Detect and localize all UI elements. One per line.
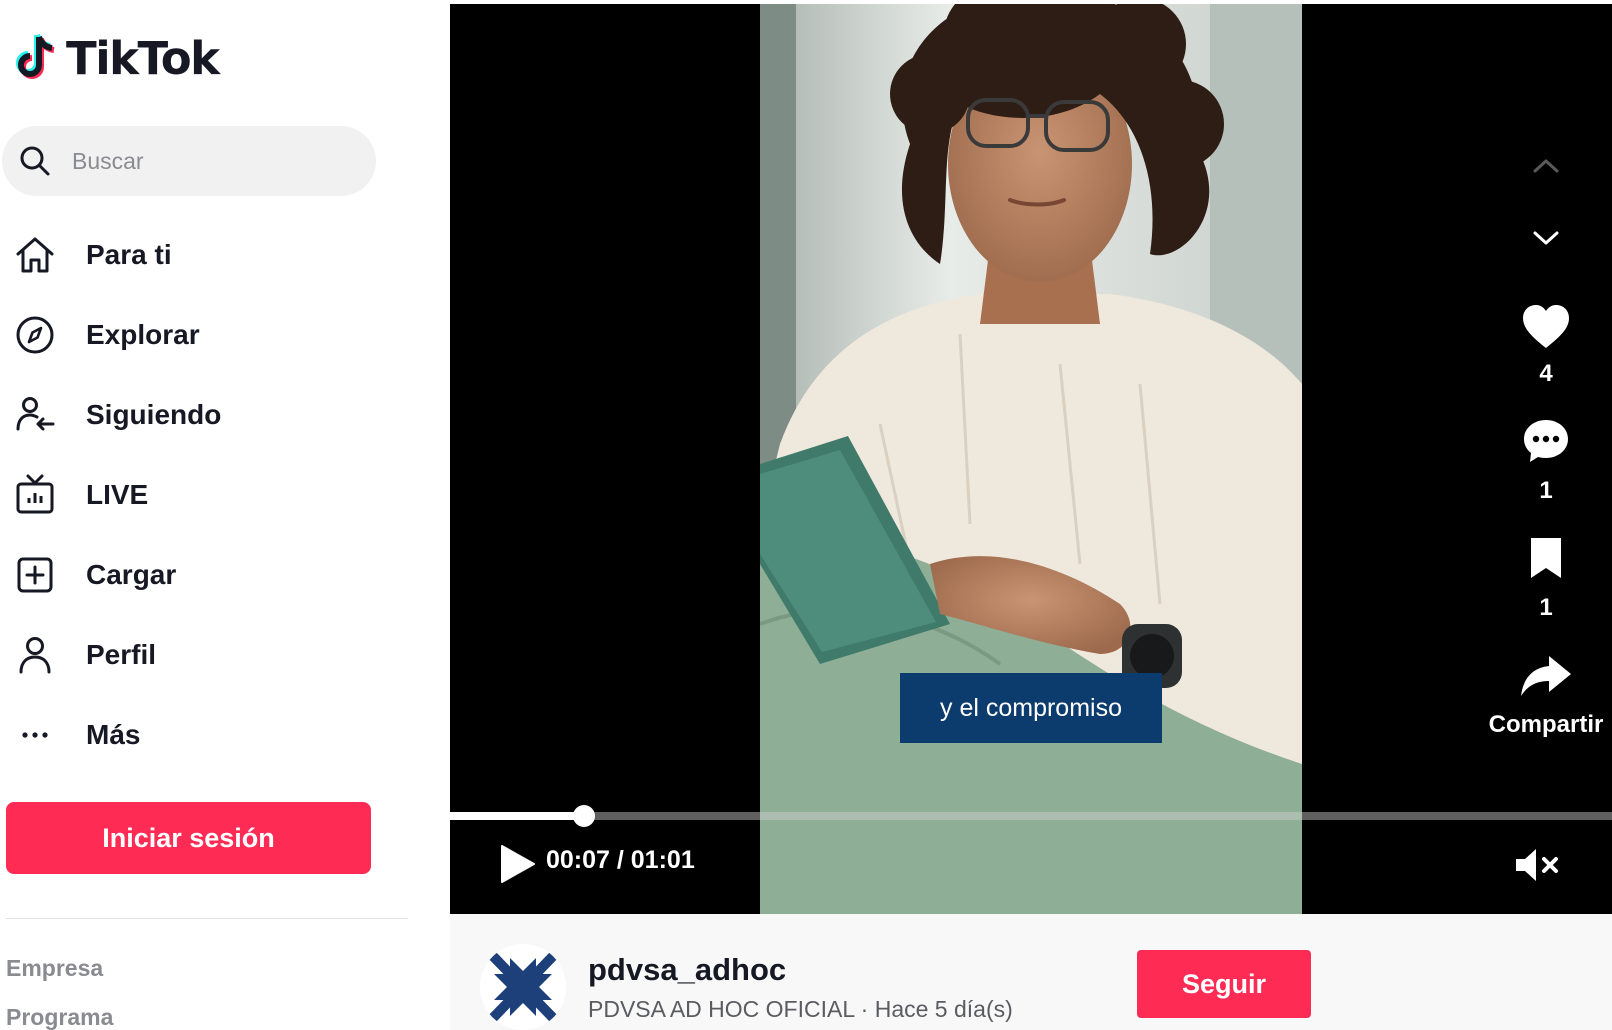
- pdvsa-logo-icon: [480, 944, 566, 1030]
- sidebar: TikTok Para ti Explorar Siguiendo: [0, 0, 450, 1030]
- avatar[interactable]: [480, 944, 566, 1030]
- like-button[interactable]: [1480, 304, 1612, 350]
- previous-video-button[interactable]: [1480, 156, 1612, 176]
- nav-label: Más: [86, 719, 141, 750]
- save-count: 1: [1539, 594, 1553, 621]
- sidebar-divider: [6, 918, 408, 919]
- video-player[interactable]: y el compromiso 00:07 / 01:01 4 1 1 Comp…: [450, 4, 1612, 914]
- footer-link-empresa[interactable]: Empresa: [6, 955, 103, 982]
- logo-wordmark: TikTok: [66, 31, 220, 85]
- live-tv-icon: [12, 472, 58, 518]
- chevron-up-icon: [1533, 159, 1559, 173]
- video-frame: [760, 4, 1302, 914]
- nav-item-explorar[interactable]: Explorar: [0, 295, 420, 375]
- share-icon: [1521, 656, 1571, 696]
- home-icon: [12, 232, 58, 278]
- tiktok-note-icon: [16, 33, 55, 79]
- nav-label: Siguiendo: [86, 399, 222, 430]
- footer-link-programa[interactable]: Programa: [6, 1004, 113, 1030]
- author-handle[interactable]: pdvsa_adhoc: [588, 952, 786, 988]
- nav-label: Perfil: [86, 639, 157, 670]
- nav-item-perfil[interactable]: Perfil: [0, 615, 420, 695]
- heart-icon: [1523, 305, 1569, 348]
- save-button[interactable]: [1480, 536, 1612, 580]
- profile-icon: [12, 632, 58, 678]
- nav-item-cargar[interactable]: Cargar: [0, 535, 420, 615]
- follow-button[interactable]: Seguir: [1137, 950, 1311, 1018]
- nav-item-siguiendo[interactable]: Siguiendo: [0, 375, 420, 455]
- login-button[interactable]: Iniciar sesión: [6, 802, 371, 874]
- tiktok-logo[interactable]: TikTok: [12, 28, 220, 88]
- comment-icon: [1524, 420, 1568, 462]
- upload-icon: [12, 552, 58, 598]
- video-progress-fill: [450, 812, 584, 820]
- search-input[interactable]: [72, 147, 352, 175]
- following-icon: [12, 392, 58, 438]
- search-icon: [20, 146, 50, 176]
- play-icon[interactable]: [494, 842, 538, 886]
- muted-speaker-icon[interactable]: [1514, 846, 1562, 884]
- like-count: 4: [1539, 360, 1553, 387]
- chevron-down-icon: [1533, 231, 1559, 245]
- video-still-image: [760, 4, 1302, 914]
- author-bar: pdvsa_adhoc PDVSA AD HOC OFICIAL · Hace …: [450, 914, 1612, 1030]
- comment-button[interactable]: [1480, 418, 1612, 464]
- more-icon: [12, 712, 58, 758]
- compass-icon: [12, 312, 58, 358]
- share-button[interactable]: [1480, 654, 1612, 698]
- bookmark-icon: [1531, 538, 1561, 578]
- next-video-button[interactable]: [1480, 228, 1612, 248]
- nav-label: LIVE: [86, 479, 149, 510]
- video-progress-bar[interactable]: [450, 805, 1612, 827]
- video-progress-knob[interactable]: [572, 805, 595, 827]
- main-nav: Para ti Explorar Siguiendo LIVE Cargar P…: [0, 215, 420, 775]
- share-label: Compartir: [1488, 711, 1604, 738]
- author-subline: PDVSA AD HOC OFICIAL · Hace 5 día(s): [588, 996, 1013, 1022]
- search-bar[interactable]: [2, 126, 376, 196]
- nav-item-mas[interactable]: Más: [0, 695, 420, 775]
- nav-label: Cargar: [86, 559, 177, 590]
- video-time: 00:07 / 01:01: [546, 846, 695, 874]
- nav-label: Para ti: [86, 239, 172, 270]
- nav-label: Explorar: [86, 319, 200, 350]
- video-caption: y el compromiso: [900, 673, 1162, 743]
- nav-item-para-ti[interactable]: Para ti: [0, 215, 420, 295]
- nav-item-live[interactable]: LIVE: [0, 455, 420, 535]
- comment-count: 1: [1539, 477, 1553, 504]
